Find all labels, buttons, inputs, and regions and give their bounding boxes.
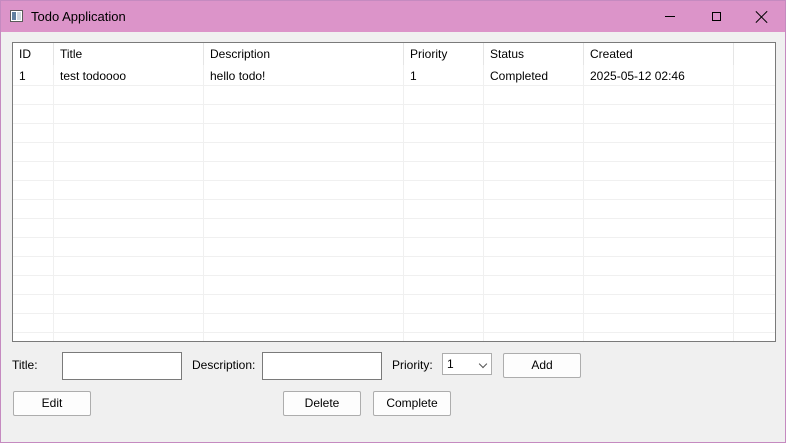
close-icon bbox=[756, 11, 768, 23]
grid-line bbox=[13, 256, 775, 257]
cell-description: hello todo! bbox=[210, 69, 266, 83]
edit-button[interactable]: Edit bbox=[13, 391, 91, 416]
title-bar[interactable]: Todo Application bbox=[1, 1, 785, 32]
column-header-description[interactable]: Description bbox=[204, 43, 404, 65]
delete-button[interactable]: Delete bbox=[283, 391, 361, 416]
app-window: Todo Application ID Title Description Pr… bbox=[0, 0, 786, 443]
grid-line bbox=[53, 43, 54, 341]
maximize-button[interactable] bbox=[693, 1, 739, 32]
column-header-title[interactable]: Title bbox=[54, 43, 204, 65]
grid-line bbox=[13, 180, 775, 181]
priority-select[interactable]: 1 bbox=[442, 353, 492, 375]
cell-id: 1 bbox=[19, 69, 26, 83]
cell-created: 2025-05-12 02:46 bbox=[590, 69, 685, 83]
column-header-priority[interactable]: Priority bbox=[404, 43, 484, 65]
minimize-button[interactable] bbox=[647, 1, 693, 32]
minimize-icon bbox=[665, 16, 675, 17]
grid-line bbox=[13, 142, 775, 143]
priority-label: Priority: bbox=[392, 358, 433, 372]
column-header-id[interactable]: ID bbox=[13, 43, 54, 65]
grid-line bbox=[13, 218, 775, 219]
table-header: ID Title Description Priority Status Cre… bbox=[13, 43, 775, 65]
close-button[interactable] bbox=[739, 1, 785, 32]
grid-line bbox=[13, 104, 775, 105]
cell-title: test todoooo bbox=[60, 69, 127, 83]
column-header-created[interactable]: Created bbox=[584, 43, 734, 65]
todo-table[interactable]: ID Title Description Priority Status Cre… bbox=[12, 42, 776, 342]
app-icon bbox=[10, 10, 23, 22]
grid-line bbox=[13, 332, 775, 333]
grid-line bbox=[733, 43, 734, 341]
grid-line bbox=[583, 43, 584, 341]
description-label: Description: bbox=[192, 358, 256, 372]
add-button[interactable]: Add bbox=[503, 353, 581, 378]
grid-line bbox=[13, 313, 775, 314]
grid-line bbox=[13, 161, 775, 162]
grid-line bbox=[13, 123, 775, 124]
grid-line bbox=[483, 43, 484, 341]
complete-button[interactable]: Complete bbox=[373, 391, 451, 416]
column-header-status[interactable]: Status bbox=[484, 43, 584, 65]
cell-status: Completed bbox=[490, 69, 549, 83]
window-title: Todo Application bbox=[31, 9, 126, 24]
grid-line bbox=[13, 294, 775, 295]
maximize-icon bbox=[711, 12, 721, 21]
title-input[interactable] bbox=[62, 352, 182, 380]
grid-line bbox=[13, 237, 775, 238]
table-row[interactable]: 1 test todoooo hello todo! 1 Completed 2… bbox=[13, 66, 775, 86]
grid-line bbox=[13, 275, 775, 276]
title-label: Title: bbox=[12, 358, 38, 372]
grid-line bbox=[13, 199, 775, 200]
priority-selected-value: 1 bbox=[447, 357, 454, 371]
description-input[interactable] bbox=[262, 352, 382, 380]
grid-line bbox=[403, 43, 404, 341]
grid-line bbox=[203, 43, 204, 341]
chevron-down-icon bbox=[478, 359, 488, 369]
cell-priority: 1 bbox=[410, 69, 417, 83]
